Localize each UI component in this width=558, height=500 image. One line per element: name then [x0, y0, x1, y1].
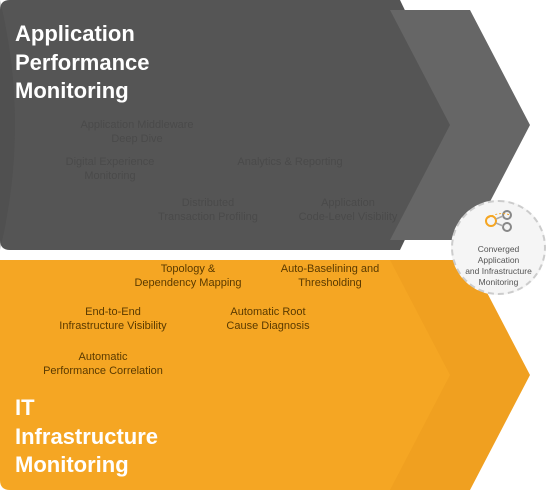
analytics-reporting-label: Analytics & Reporting	[220, 155, 360, 169]
main-container: Application Performance Monitoring Appli…	[0, 0, 558, 500]
converged-monitoring-badge: Converged Application and Infrastructure…	[451, 200, 546, 295]
automatic-root-cause-label: Automatic RootCause Diagnosis	[208, 305, 328, 334]
automatic-perf-corr-label: AutomaticPerformance Correlation	[38, 350, 168, 379]
app-code-level-label: ApplicationCode-Level Visibility	[288, 196, 408, 225]
converged-icon	[483, 207, 515, 241]
circle-badge-text: Converged Application and Infrastructure…	[453, 244, 544, 288]
digital-experience-label: Digital ExperienceMonitoring	[50, 155, 170, 184]
distributed-transaction-label: DistributedTransaction Profiling	[148, 196, 268, 225]
top-title: Application Performance Monitoring	[15, 20, 175, 106]
end-to-end-label: End-to-EndInfrastructure Visibility	[48, 305, 178, 334]
bottom-title: IT Infrastructure Monitoring	[15, 394, 175, 480]
auto-baselining-label: Auto-Baselining andThresholding	[265, 262, 395, 291]
topology-dependency-label: Topology &Dependency Mapping	[128, 262, 248, 291]
app-middleware-label: Application Middleware Deep Dive	[72, 118, 202, 147]
